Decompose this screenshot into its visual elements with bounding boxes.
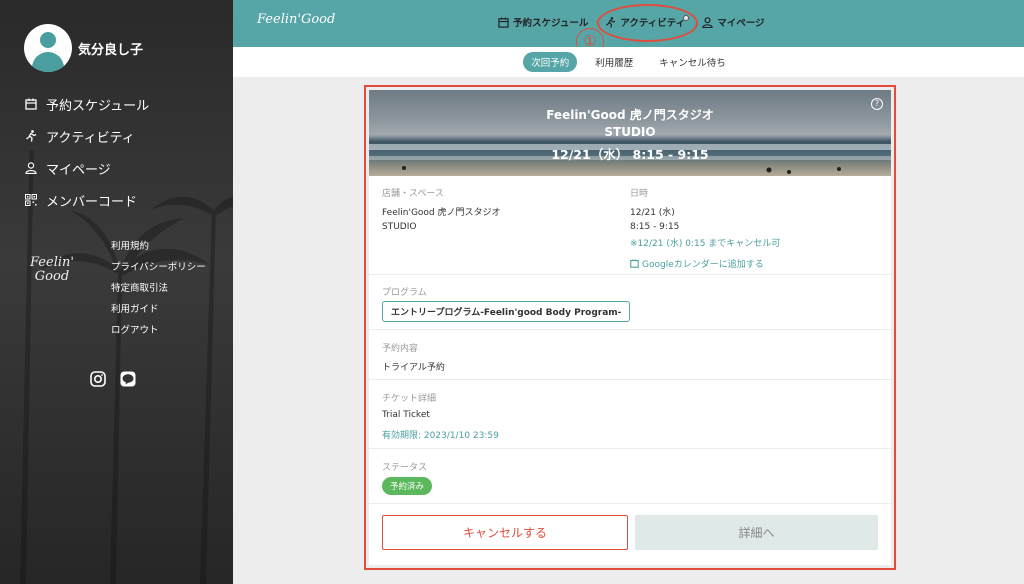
status-section: ステータス 予約済み xyxy=(369,448,891,503)
date-time: 8:15 - 9:15 xyxy=(630,222,680,232)
sidebar: 気分良し子 予約スケジュール アクティビティ マイページ メンバーコード Fee… xyxy=(0,0,233,584)
subtab-waitlist[interactable]: キャンセル待ち xyxy=(651,52,734,72)
reservation-label: 予約内容 xyxy=(382,344,419,354)
guide-link[interactable]: 利用ガイド xyxy=(111,303,206,324)
ticket-expiry: 有効期限: 2023/1/10 23:59 xyxy=(382,431,499,441)
subtab-history[interactable]: 利用履歴 xyxy=(587,52,641,72)
user-icon xyxy=(24,161,38,175)
program-label: プログラム xyxy=(382,288,427,298)
terms-link[interactable]: 利用規約 xyxy=(111,240,206,261)
subtab-next-reservation[interactable]: 次回予約 xyxy=(523,52,578,72)
line-icon[interactable] xyxy=(120,371,136,387)
sidebar-nav: 予約スケジュール アクティビティ マイページ メンバーコード xyxy=(24,88,149,216)
cancel-deadline: ※12/21 (水) 0:15 までキャンセル可 xyxy=(630,239,781,249)
social-links xyxy=(90,371,136,387)
avatar xyxy=(24,24,72,72)
privacy-link[interactable]: プライバシーポリシー xyxy=(111,261,206,282)
top-header: Feelin'Good 予約スケジュール アクティビティ マイページ xyxy=(233,0,1024,47)
username: 気分良し子 xyxy=(78,42,144,58)
ticket-name: Trial Ticket xyxy=(382,410,430,420)
subtabs: 次回予約 利用履歴 キャンセル待ち xyxy=(233,47,1024,77)
status-label: ステータス xyxy=(382,463,428,473)
store-space: STUDIO xyxy=(382,222,417,232)
ticket-label: チケット詳細 xyxy=(382,394,437,404)
highlight-ellipse xyxy=(597,4,698,42)
instagram-icon[interactable] xyxy=(90,371,106,387)
sidebar-item-label: メンバーコード xyxy=(46,194,138,210)
cancel-button[interactable]: キャンセルする xyxy=(382,515,628,550)
running-icon xyxy=(24,129,38,143)
sidebar-item-label: 予約スケジュール xyxy=(46,98,150,114)
detail-button[interactable]: 詳細へ xyxy=(635,515,878,550)
reservation-card: Feelin'Good 虎ノ門スタジオ STUDIO 12/21（水） 8:15… xyxy=(369,90,891,565)
calendar-icon xyxy=(497,16,509,28)
date-day: 12/21 (水) xyxy=(630,208,675,218)
program-section: プログラム エントリープログラム-Feelin'good Body Progra… xyxy=(369,274,891,329)
tab-mypage[interactable]: マイページ xyxy=(701,15,765,29)
reservation-section: 予約内容 トライアル予約 xyxy=(369,329,891,379)
reservation-value: トライアル予約 xyxy=(382,363,445,373)
store-label: 店舗・スペース xyxy=(382,189,444,199)
program-button[interactable]: エントリープログラム-Feelin'good Body Program- xyxy=(382,301,631,322)
sidebar-links: 利用規約 プライバシーポリシー 特定商取引法 利用ガイド ログアウト xyxy=(111,240,206,345)
calendar-icon xyxy=(24,97,38,111)
banner-datetime: 12/21（水） 8:15 - 9:15 xyxy=(551,147,709,162)
sidebar-logo: Feelin' Good xyxy=(30,255,74,284)
sidebar-item-mypage[interactable]: マイページ xyxy=(24,152,149,184)
sidebar-item-activity[interactable]: アクティビティ xyxy=(24,120,149,152)
brand-logo[interactable]: Feelin'Good xyxy=(257,12,335,27)
qr-code-icon xyxy=(24,193,38,207)
sidebar-item-label: アクティビティ xyxy=(46,130,135,146)
user-profile[interactable]: 気分良し子 xyxy=(24,24,143,72)
studio-banner: Feelin'Good 虎ノ門スタジオ STUDIO 12/21（水） 8:15… xyxy=(369,90,891,176)
banner-studio-name: Feelin'Good 虎ノ門スタジオ xyxy=(546,108,714,122)
commerce-law-link[interactable]: 特定商取引法 xyxy=(111,282,206,303)
sidebar-item-label: マイページ xyxy=(46,162,111,178)
banner-space: STUDIO xyxy=(604,125,656,139)
user-icon xyxy=(701,16,713,28)
calendar-icon xyxy=(630,259,639,268)
info-section: 店舗・スペース Feelin'Good 虎ノ門スタジオ STUDIO 日時 12… xyxy=(369,176,891,274)
help-icon[interactable]: ? xyxy=(871,98,883,110)
store-name: Feelin'Good 虎ノ門スタジオ xyxy=(382,208,501,218)
date-label: 日時 xyxy=(630,189,649,199)
logout-link[interactable]: ログアウト xyxy=(111,324,206,345)
status-badge: 予約済み xyxy=(382,477,433,495)
sidebar-item-member-code[interactable]: メンバーコード xyxy=(24,184,149,216)
ticket-section: チケット詳細 Trial Ticket 有効期限: 2023/1/10 23:5… xyxy=(369,379,891,448)
actions-divider xyxy=(369,503,891,504)
tab-schedule[interactable]: 予約スケジュール xyxy=(497,15,588,29)
google-calendar-link[interactable]: Googleカレンダーに追加する xyxy=(630,257,780,270)
sidebar-item-schedule[interactable]: 予約スケジュール xyxy=(24,88,149,120)
